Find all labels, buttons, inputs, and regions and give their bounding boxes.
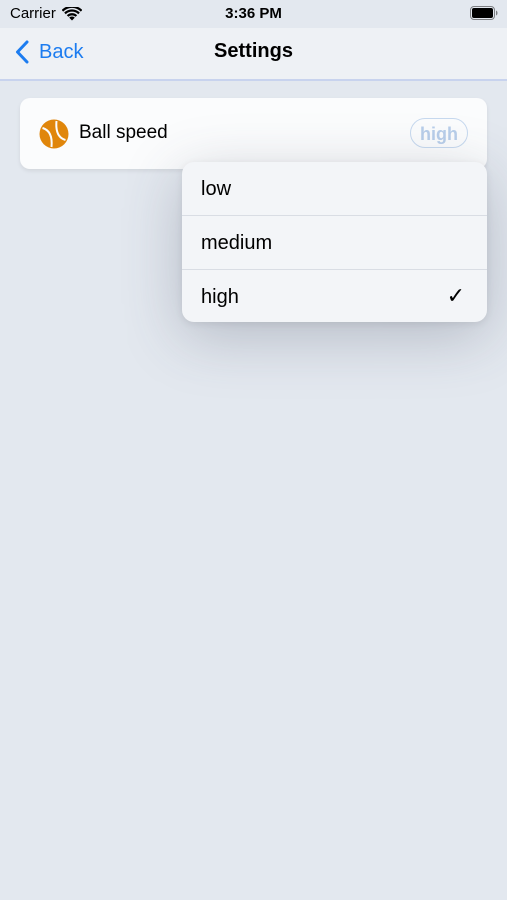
setting-value-button[interactable]: high [410, 118, 468, 148]
setting-label: Ball speed [79, 122, 168, 143]
menu-item-label: high [201, 286, 239, 308]
menu-item-medium[interactable]: medium [182, 216, 487, 269]
menu-item-low[interactable]: low [182, 162, 487, 215]
clock: 3:36 PM [225, 5, 282, 22]
menu-item-label: medium [201, 232, 273, 254]
menu-item-high[interactable]: high ✓ [182, 270, 487, 322]
ball-speed-setting-row[interactable]: Ball speed high [20, 98, 487, 169]
status-bar: Carrier 3:36 PM [0, 0, 507, 28]
page-title: Settings [214, 40, 293, 62]
menu-item-label: low [201, 178, 232, 200]
tennis-ball-icon [39, 119, 69, 149]
navigation-bar: Back Settings [0, 28, 507, 81]
speed-options-menu: low medium high ✓ [182, 162, 487, 322]
battery-icon [470, 6, 498, 20]
checkmark-icon: ✓ [446, 283, 465, 308]
